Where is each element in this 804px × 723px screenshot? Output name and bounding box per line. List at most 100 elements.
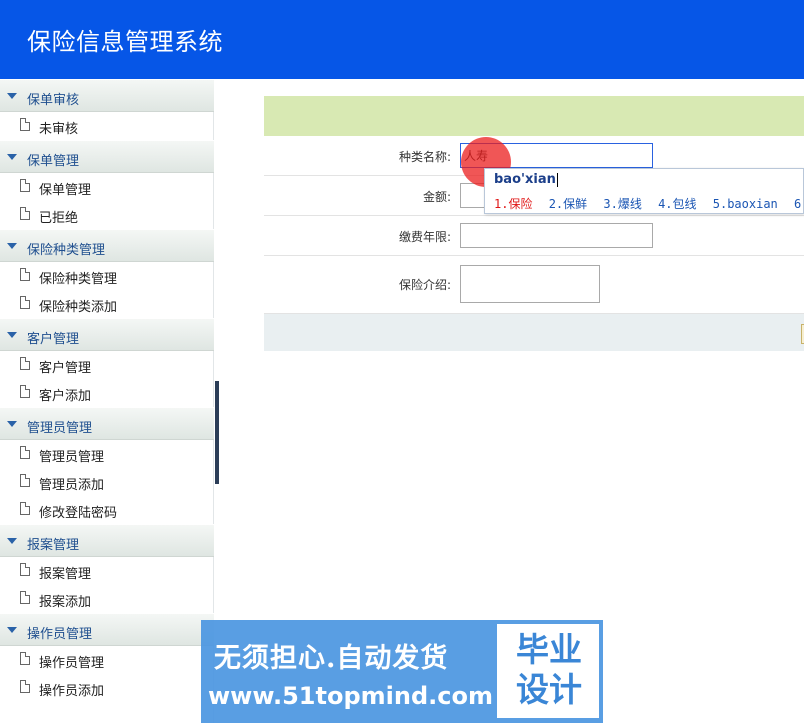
- triangle-down-icon: [7, 154, 17, 160]
- sidebar-item-label: 未审核: [39, 122, 79, 137]
- triangle-down-icon: [7, 332, 17, 338]
- sidebar-group-policy-review: 保单审核 未审核: [0, 79, 214, 140]
- sidebar-group-admin: 管理员管理 管理员管理 管理员添加 修改登陆密码: [0, 407, 214, 524]
- sidebar-group-header[interactable]: 操作员管理: [0, 613, 214, 646]
- ime-composition-text: bao'xian: [494, 172, 556, 187]
- sidebar-group-label: 报案管理: [27, 538, 80, 553]
- document-icon: [20, 357, 30, 370]
- sidebar-item-label: 操作员管理: [39, 656, 105, 671]
- document-icon: [20, 446, 30, 459]
- sidebar-group-header[interactable]: 保单管理: [0, 140, 214, 173]
- insurance-type-form: 种类名称: 金额: 缴费年限: 保险介绍:: [264, 96, 804, 352]
- sidebar-group-header[interactable]: 保险种类管理: [0, 229, 214, 262]
- sidebar-group-header[interactable]: 报案管理: [0, 524, 214, 557]
- document-icon: [20, 652, 30, 665]
- document-icon: [20, 118, 30, 131]
- app-title: 保险信息管理系统: [27, 28, 223, 56]
- sidebar-item-claims-management[interactable]: 报案管理: [0, 557, 214, 585]
- sidebar-item-operator-management[interactable]: 操作员管理: [0, 646, 214, 674]
- intro-label: 保险介绍:: [398, 278, 451, 292]
- document-icon: [20, 179, 30, 192]
- document-icon: [20, 474, 30, 487]
- sidebar-item-label: 报案添加: [39, 595, 92, 610]
- sidebar-item-label: 保单管理: [39, 183, 92, 198]
- sidebar-group-label: 保单管理: [27, 154, 80, 169]
- sidebar-group-label: 操作员管理: [27, 627, 93, 642]
- sidebar-group-customer: 客户管理 客户管理 客户添加: [0, 318, 214, 407]
- sidebar-group-insurance-type: 保险种类管理 保险种类管理 保险种类添加: [0, 229, 214, 318]
- sidebar-item-label: 保险种类管理: [39, 272, 118, 287]
- sidebar-group-label: 保险种类管理: [27, 243, 106, 258]
- sidebar-group-header[interactable]: 保单审核: [0, 79, 214, 112]
- document-icon: [20, 268, 30, 281]
- sidebar-item-insurance-type-management[interactable]: 保险种类管理: [0, 262, 214, 290]
- watermark-banner: 无须担心.自动发货 www.51topmind.com 毕业设计: [201, 620, 603, 723]
- sidebar-item-label: 管理员管理: [39, 450, 105, 465]
- name-label: 种类名称:: [398, 150, 451, 164]
- watermark-badge-text: 毕业设计: [516, 630, 582, 709]
- sidebar-item-label: 管理员添加: [39, 478, 105, 493]
- triangle-down-icon: [7, 627, 17, 633]
- watermark-url: www.51topmind.com: [208, 682, 493, 710]
- document-icon: [20, 385, 30, 398]
- app-header: 保险信息管理系统: [0, 0, 804, 79]
- amount-label: 金额:: [422, 190, 451, 204]
- document-icon: [20, 207, 30, 220]
- watermark-badge: 毕业设计: [497, 624, 599, 718]
- form-row-intro: 保险介绍:: [264, 256, 804, 314]
- sidebar-item-policy-management[interactable]: 保单管理: [0, 173, 214, 201]
- sidebar-nav: 保单审核 未审核 保单管理 保单管理 已拒绝 保险种类管理 保险种类管理 保险种…: [0, 79, 214, 723]
- ime-caret: [556, 172, 558, 187]
- sidebar-item-label: 保险种类添加: [39, 300, 118, 315]
- sidebar-group-claims: 报案管理 报案管理 报案添加: [0, 524, 214, 613]
- sidebar-group-operator: 操作员管理 操作员管理 操作员添加: [0, 613, 214, 702]
- sidebar-item-label: 已拒绝: [39, 211, 79, 226]
- ime-candidate[interactable]: 4.包线: [658, 197, 696, 211]
- ime-composition: bao'xian: [494, 172, 558, 187]
- ime-candidate[interactable]: 6.保: [794, 197, 804, 211]
- sidebar-group-header[interactable]: 管理员管理: [0, 407, 214, 440]
- watermark-slogan: 无须担心.自动发货: [214, 643, 449, 674]
- document-icon: [20, 563, 30, 576]
- sidebar-item-change-password[interactable]: 修改登陆密码: [0, 496, 214, 524]
- triangle-down-icon: [7, 538, 17, 544]
- triangle-down-icon: [7, 93, 17, 99]
- sidebar-item-customer-add[interactable]: 客户添加: [0, 379, 214, 407]
- ime-candidate-list: 1.保险 2.保鲜 3.爆线 4.包线 5.baoxian 6.保: [494, 195, 804, 212]
- form-footer: [264, 314, 804, 351]
- sidebar-item-label: 修改登陆密码: [39, 506, 118, 521]
- triangle-down-icon: [7, 243, 17, 249]
- ime-candidate[interactable]: 3.爆线: [603, 197, 641, 211]
- triangle-down-icon: [7, 421, 17, 427]
- sidebar-item-label: 报案管理: [39, 567, 92, 582]
- ime-candidate[interactable]: 1.保险: [494, 197, 532, 211]
- document-icon: [20, 502, 30, 515]
- sidebar-item-label: 客户管理: [39, 361, 92, 376]
- sidebar-group-label: 管理员管理: [27, 421, 93, 436]
- sidebar-item-claims-add[interactable]: 报案添加: [0, 585, 214, 613]
- sidebar-group-policy-management: 保单管理 保单管理 已拒绝: [0, 140, 214, 229]
- sidebar-item-operator-add[interactable]: 操作员添加: [0, 674, 214, 702]
- sidebar-group-label: 保单审核: [27, 93, 80, 108]
- ime-candidate-popup: bao'xian 1.保险 2.保鲜 3.爆线 4.包线 5.baoxian 6…: [484, 168, 804, 214]
- sidebar-item-rejected[interactable]: 已拒绝: [0, 201, 214, 229]
- sidebar-item-admin-management[interactable]: 管理员管理: [0, 440, 214, 468]
- document-icon: [20, 296, 30, 309]
- sidebar-group-label: 客户管理: [27, 332, 80, 347]
- ime-candidate[interactable]: 5.baoxian: [713, 197, 778, 211]
- sidebar-item-unreviewed[interactable]: 未审核: [0, 112, 214, 140]
- term-label: 缴费年限:: [398, 230, 451, 244]
- sidebar-item-label: 客户添加: [39, 389, 92, 404]
- intro-textarea[interactable]: [460, 265, 600, 303]
- ime-candidate[interactable]: 2.保鲜: [549, 197, 587, 211]
- term-input[interactable]: [460, 223, 653, 248]
- form-header-bar: [264, 96, 804, 136]
- document-icon: [20, 680, 30, 693]
- form-row-term: 缴费年限:: [264, 216, 804, 256]
- sidebar-item-insurance-type-add[interactable]: 保险种类添加: [0, 290, 214, 318]
- sidebar-item-label: 操作员添加: [39, 684, 105, 699]
- sidebar-item-admin-add[interactable]: 管理员添加: [0, 468, 214, 496]
- sidebar-scroll-handle[interactable]: [215, 381, 219, 484]
- sidebar-item-customer-management[interactable]: 客户管理: [0, 351, 214, 379]
- sidebar-group-header[interactable]: 客户管理: [0, 318, 214, 351]
